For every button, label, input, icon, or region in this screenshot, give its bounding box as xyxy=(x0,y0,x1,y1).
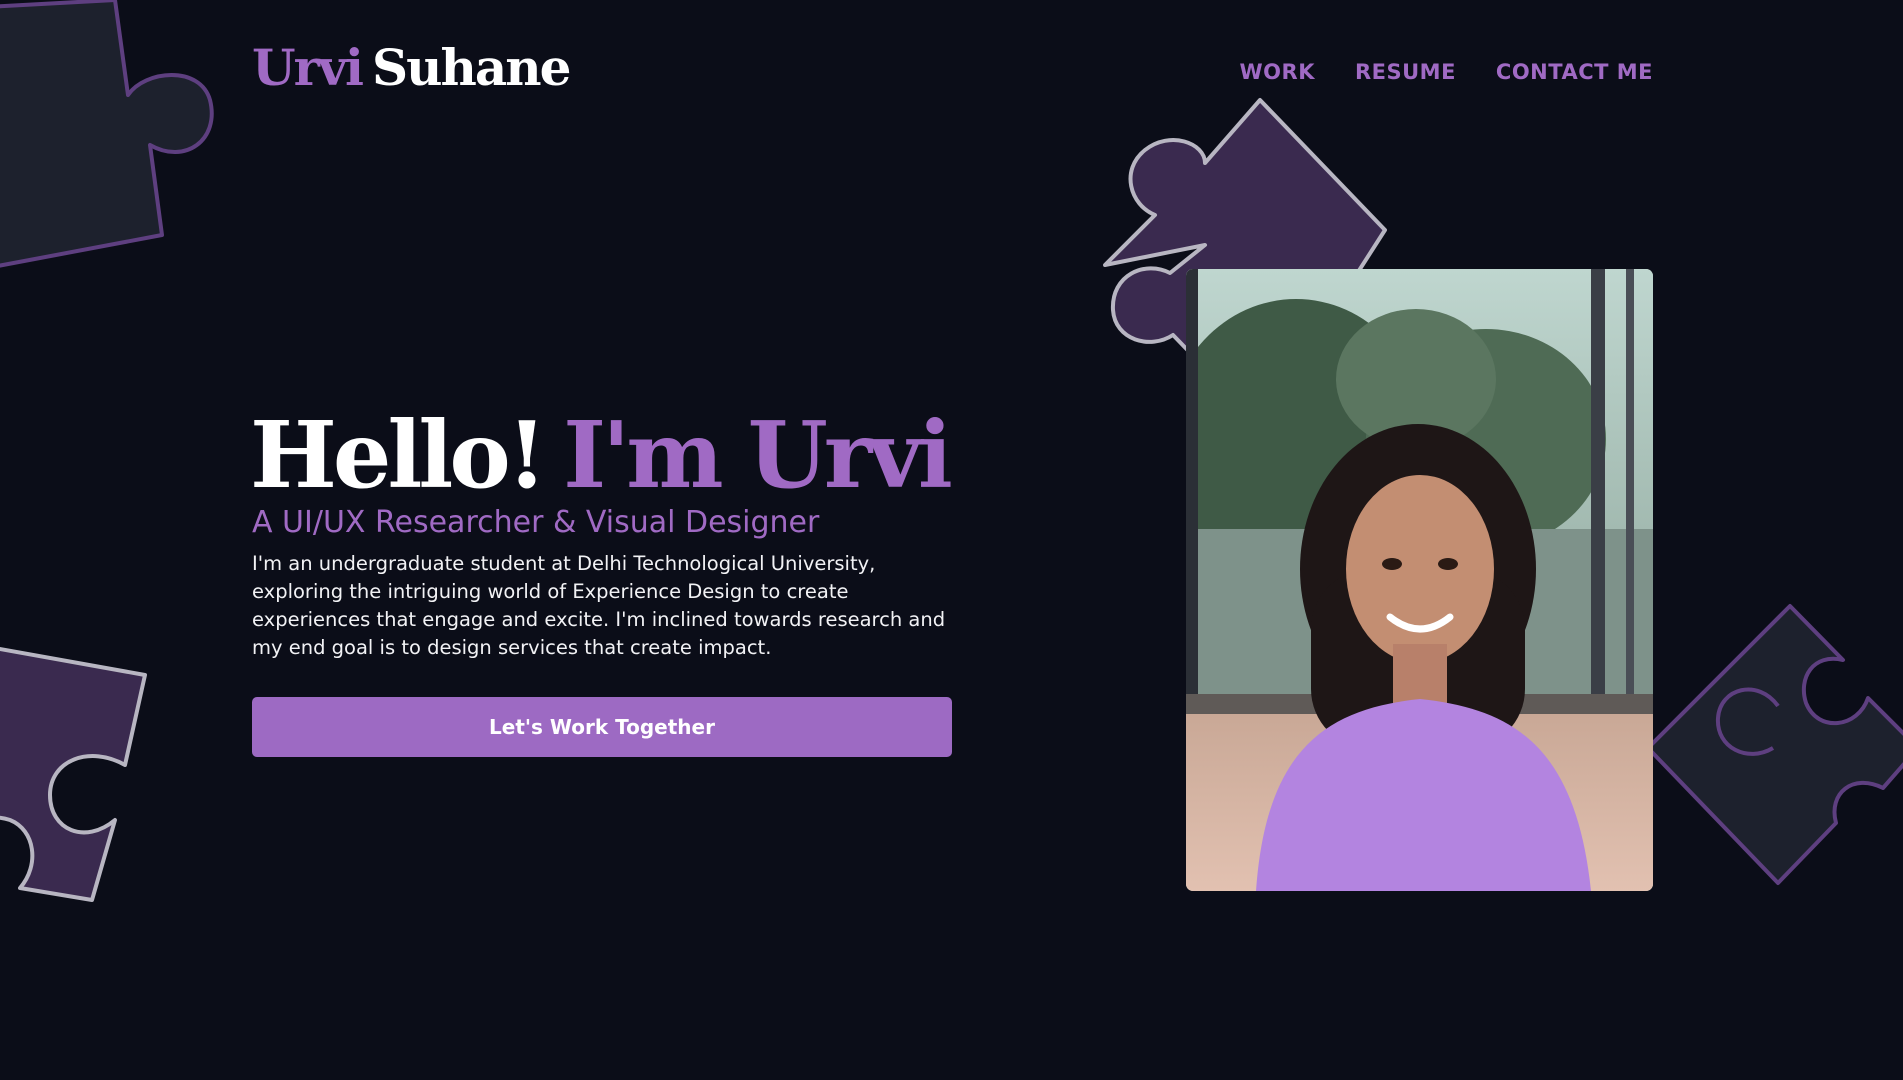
hero-bio: I'm an undergraduate student at Delhi Te… xyxy=(252,552,946,659)
profile-photo xyxy=(1186,269,1653,891)
main-nav: WORK RESUME CONTACT ME xyxy=(1240,60,1653,84)
nav-resume-link[interactable]: RESUME xyxy=(1355,60,1456,84)
puzzle-piece-bottom-left-icon xyxy=(0,646,147,902)
logo-first-name: Urvi xyxy=(252,38,364,97)
hero-greeting: Hello! xyxy=(250,401,547,509)
logo-last-name: Suhane xyxy=(372,38,571,97)
nav-work-link[interactable]: WORK xyxy=(1240,60,1315,84)
hero-name: I'm Urvi xyxy=(563,401,953,509)
page: Urvi Suhane WORK RESUME CONTACT ME Hello!… xyxy=(0,0,1903,1080)
puzzle-piece-top-left-icon xyxy=(0,0,214,268)
puzzle-piece-right-icon xyxy=(1648,604,1903,885)
nav-contact-link[interactable]: CONTACT ME xyxy=(1496,60,1653,84)
site-logo[interactable]: Urvi Suhane xyxy=(252,36,571,100)
lets-work-together-button[interactable]: Let's Work Together xyxy=(252,697,952,757)
hero-title: Hello! I'm Urvi xyxy=(250,405,953,505)
hero-subtitle: A UI/UX Researcher & Visual Designer xyxy=(252,505,820,540)
